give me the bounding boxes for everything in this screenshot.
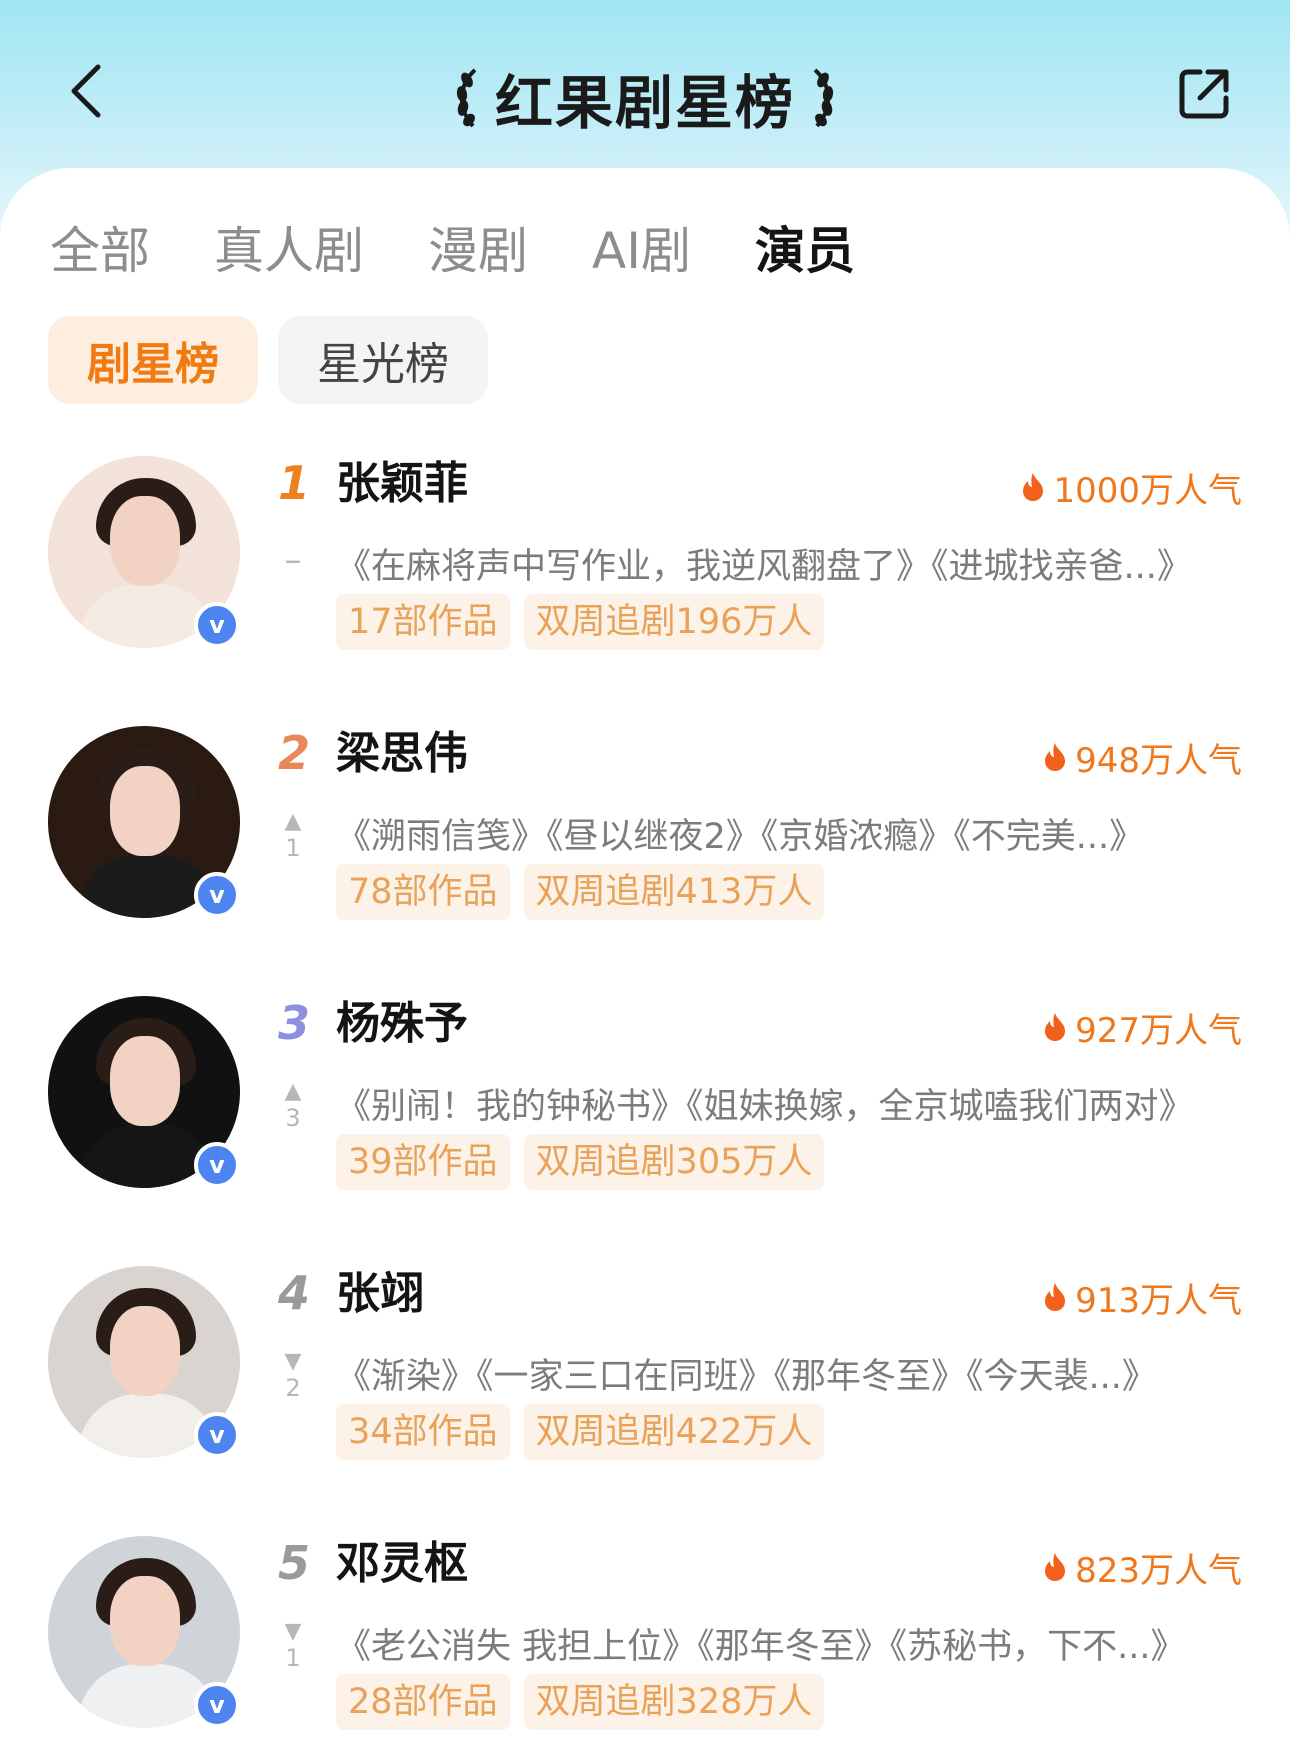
viewers-tag: 双周追剧413万人 xyxy=(523,864,825,920)
rank-number: 1 xyxy=(278,456,311,510)
share-icon xyxy=(1179,69,1229,119)
actor-name[interactable]: 张翊 xyxy=(336,1266,424,1322)
avatar-face-shape xyxy=(110,496,180,586)
rank-change: 1 xyxy=(285,1644,301,1672)
verified-badge-icon: v xyxy=(194,1682,240,1728)
rank-change: 2 xyxy=(285,1374,301,1402)
works-list: 《在麻将声中写作业，我逆风翻盘了》《进城找亲爸...》 xyxy=(336,547,1192,587)
category-tabs: 全部 真人剧 漫剧 AI剧 演员 xyxy=(50,212,919,282)
trend-flat-icon: – xyxy=(284,540,302,580)
avatar-face-shape xyxy=(110,1306,180,1396)
works-count-tag: 34部作品 xyxy=(336,1404,510,1460)
rank-change: 3 xyxy=(285,1104,301,1132)
actor-row[interactable]: v 4 ▼ 2 张翊 913万人气 《渐染》《一家三口在同班》《那年冬至》《今天… xyxy=(0,1266,1290,1506)
works-count-tag: 39部作品 xyxy=(336,1134,510,1190)
trend-down-icon: ▼ xyxy=(284,1349,302,1374)
actor-row[interactable]: v 5 ▼ 1 邓灵枢 823万人气 《老公消失 我担上位》《那年冬至》《苏秘书… xyxy=(0,1536,1290,1763)
actor-name[interactable]: 邓灵枢 xyxy=(336,1536,468,1592)
popularity: 823万人气 xyxy=(1043,1542,1242,1592)
works-list: 《别闹！我的钟秘书》《姐妹换嫁，全京城嗑我们两对》 xyxy=(336,1087,1194,1127)
works-count-tag: 78部作品 xyxy=(336,864,510,920)
popularity-value: 927万人气 xyxy=(1075,1010,1242,1051)
tab-live-action[interactable]: 真人剧 xyxy=(214,211,364,283)
rank-trend: ▲ 3 xyxy=(278,1079,308,1133)
fire-icon xyxy=(1045,743,1066,771)
popularity-value: 1000万人气 xyxy=(1053,470,1242,511)
rank-number: 2 xyxy=(278,726,311,780)
rank-trend: ▼ 1 xyxy=(278,1619,308,1673)
tab-all[interactable]: 全部 xyxy=(50,211,150,283)
avatar-face-shape xyxy=(110,1036,180,1126)
popularity-value: 913万人气 xyxy=(1075,1280,1242,1321)
verified-badge-icon: v xyxy=(194,602,240,648)
fire-icon xyxy=(1045,1283,1066,1311)
tab-comic[interactable]: 漫剧 xyxy=(428,211,528,283)
viewers-tag: 双周追剧422万人 xyxy=(523,1404,825,1460)
stat-tags: 17部作品 双周追剧196万人 xyxy=(336,594,825,650)
trend-up-icon: ▲ xyxy=(284,1079,302,1104)
rank-number: 3 xyxy=(278,996,311,1050)
fire-icon xyxy=(1045,1013,1066,1041)
popularity-value: 948万人气 xyxy=(1075,740,1242,781)
trend-up-icon: ▲ xyxy=(284,809,302,834)
actor-name[interactable]: 杨殊予 xyxy=(336,996,468,1052)
works-list: 《老公消失 我担上位》《那年冬至》《苏秘书，下不...》 xyxy=(336,1627,1186,1667)
works-list: 《溯雨信笺》《昼以继夜2》《京婚浓瘾》《不完美...》 xyxy=(336,817,1145,857)
avatar-face-shape xyxy=(110,766,180,856)
actor-name[interactable]: 张颖菲 xyxy=(336,456,468,512)
popularity: 1000万人气 xyxy=(1021,462,1242,512)
rank-trend: ▲ 1 xyxy=(278,809,308,863)
ranking-subtabs: 剧星榜 星光榜 xyxy=(48,316,488,404)
laurel-right-icon xyxy=(813,68,834,128)
rank-number: 5 xyxy=(278,1536,311,1590)
stat-tags: 28部作品 双周追剧328万人 xyxy=(336,1674,825,1730)
rank-trend: – xyxy=(278,540,308,580)
actor-row[interactable]: v 2 ▲ 1 梁思伟 948万人气 《溯雨信笺》《昼以继夜2》《京婚浓瘾》《不… xyxy=(0,726,1290,966)
popularity: 927万人气 xyxy=(1043,1002,1242,1052)
subtab-starlight-ranking[interactable]: 星光榜 xyxy=(278,316,488,404)
actor-name[interactable]: 梁思伟 xyxy=(336,726,468,782)
avatar-face-shape xyxy=(110,1576,180,1666)
stat-tags: 39部作品 双周追剧305万人 xyxy=(336,1134,825,1190)
works-count-tag: 17部作品 xyxy=(336,594,510,650)
verified-badge-icon: v xyxy=(194,872,240,918)
popularity-value: 823万人气 xyxy=(1075,1550,1242,1591)
popularity: 948万人气 xyxy=(1043,732,1242,782)
works-list: 《渐染》《一家三口在同班》《那年冬至》《今天裴...》 xyxy=(336,1357,1157,1397)
viewers-tag: 双周追剧305万人 xyxy=(523,1134,825,1190)
actor-row[interactable]: v 1 – 张颖菲 1000万人气 《在麻将声中写作业，我逆风翻盘了》《进城找亲… xyxy=(0,456,1290,696)
actor-row[interactable]: v 3 ▲ 3 杨殊予 927万人气 《别闹！我的钟秘书》《姐妹换嫁，全京城嗑我… xyxy=(0,996,1290,1236)
top-bar: 红果剧星榜 xyxy=(0,0,1290,190)
rank-number: 4 xyxy=(278,1266,311,1320)
subtab-drama-star-ranking[interactable]: 剧星榜 xyxy=(48,316,258,404)
verified-badge-icon: v xyxy=(194,1412,240,1458)
tab-actors[interactable]: 演员 xyxy=(755,211,855,283)
works-count-tag: 28部作品 xyxy=(336,1674,510,1730)
fire-icon xyxy=(1023,473,1044,501)
page-title: 红果剧星榜 xyxy=(494,69,795,137)
viewers-tag: 双周追剧196万人 xyxy=(523,594,825,650)
fire-icon xyxy=(1045,1553,1066,1581)
popularity: 913万人气 xyxy=(1043,1272,1242,1322)
share-button[interactable] xyxy=(1176,66,1236,126)
stat-tags: 34部作品 双周追剧422万人 xyxy=(336,1404,825,1460)
verified-badge-icon: v xyxy=(194,1142,240,1188)
trend-down-icon: ▼ xyxy=(284,1619,302,1644)
laurel-left-icon xyxy=(456,68,477,128)
rank-trend: ▼ 2 xyxy=(278,1349,308,1403)
stat-tags: 78部作品 双周追剧413万人 xyxy=(336,864,825,920)
rank-change: 1 xyxy=(285,834,301,862)
title-group: 红果剧星榜 xyxy=(0,58,1290,138)
tab-ai[interactable]: AI剧 xyxy=(592,211,691,283)
viewers-tag: 双周追剧328万人 xyxy=(523,1674,825,1730)
